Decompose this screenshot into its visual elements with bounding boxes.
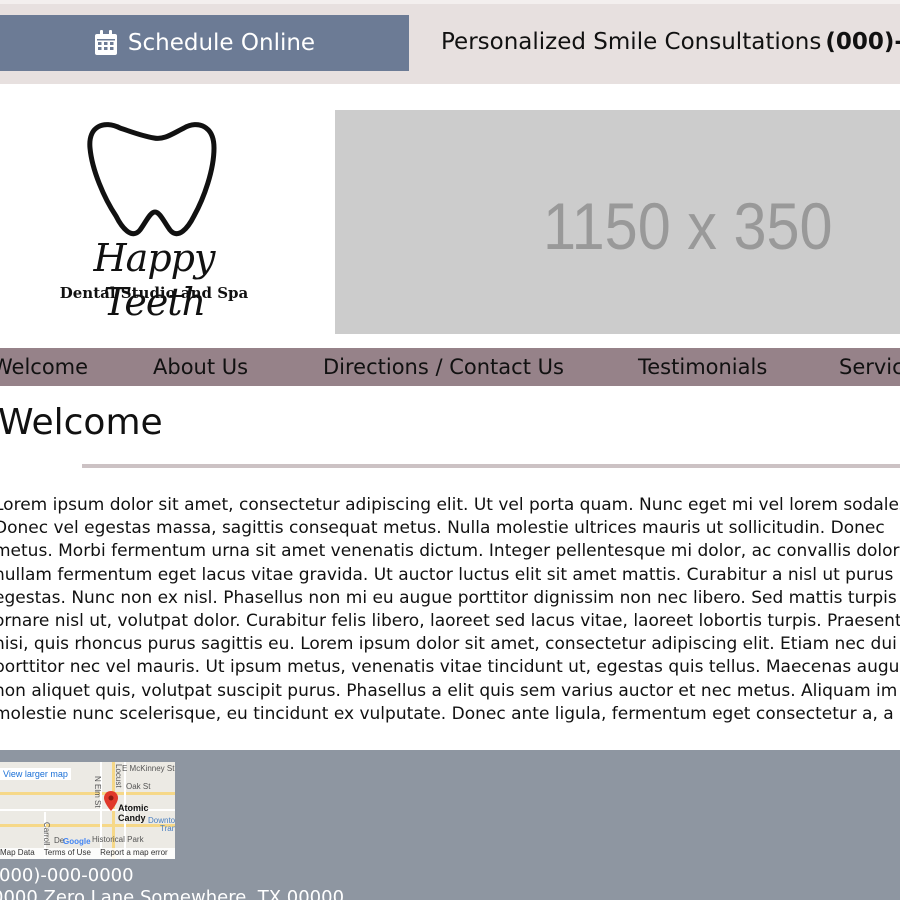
schedule-online-label: Schedule Online xyxy=(127,30,316,56)
paragraph-line: metus. Morbi fermentum urna sit amet ven… xyxy=(0,541,900,562)
google-logo: Google xyxy=(63,837,91,846)
map-label-carroll: Carroll xyxy=(42,822,51,846)
paragraph-line: molestie nunc scelerisque, eu tincidunt … xyxy=(0,703,894,724)
calendar-icon xyxy=(94,30,117,55)
map-label-elm: N Elm St xyxy=(93,776,102,808)
paragraph-line: non aliquet quis, volutpat suscipit puru… xyxy=(0,680,898,701)
map-terms-link[interactable]: Terms of Use xyxy=(44,848,91,857)
embedded-map[interactable]: E McKinney St Oak St N Elm St Locust Car… xyxy=(0,762,175,859)
map-pin-icon xyxy=(104,791,118,811)
map-label-mckinney: E McKinney St xyxy=(122,764,175,773)
map-report-link[interactable]: Report a map error xyxy=(100,848,168,857)
map-label-oak: Oak St xyxy=(126,782,151,791)
nav-item-about-us[interactable]: About Us xyxy=(153,355,248,379)
nav-item-services[interactable]: Servic xyxy=(839,355,900,379)
site-logo[interactable]: Happy Teeth Dental Studio and Spa xyxy=(46,118,262,324)
footer-phone[interactable]: (000)-000-0000 xyxy=(0,865,134,886)
view-larger-map-link[interactable]: View larger map xyxy=(0,768,71,780)
paragraph-line: ornare nisl ut, volutpat dolor. Curabitu… xyxy=(0,611,900,632)
schedule-online-button[interactable]: Schedule Online xyxy=(0,15,409,71)
welcome-paragraph: Lorem ipsum dolor sit amet, consectetur … xyxy=(0,494,900,726)
nav-item-welcome[interactable]: Welcome xyxy=(0,355,88,379)
map-label-locust: Locust xyxy=(114,764,123,788)
map-label-historical: Historical Park xyxy=(92,835,144,844)
title-divider xyxy=(82,464,900,468)
map-road xyxy=(0,792,175,795)
nav-item-testimonials[interactable]: Testimonials xyxy=(638,355,767,379)
banner-placeholder: 1150 x 350 xyxy=(335,110,900,334)
nav-item-directions-contact[interactable]: Directions / Contact Us xyxy=(323,355,564,379)
top-strip xyxy=(0,0,900,4)
banner-size-text: 1150 x 350 xyxy=(543,189,833,263)
top-bar: Schedule Online Personalized Smile Consu… xyxy=(0,0,900,84)
logo-name: Happy Teeth xyxy=(93,236,216,324)
header-phone[interactable]: (000)- xyxy=(825,29,900,55)
site-footer: E McKinney St Oak St N Elm St Locust Car… xyxy=(0,750,900,900)
header-tagline: Personalized Smile Consultations (000)- xyxy=(441,29,900,55)
paragraph-line: nisi, quis rhoncus purus sagittis eu. Lo… xyxy=(0,634,897,655)
map-data-link[interactable]: Map Data xyxy=(0,848,35,857)
paragraph-line: egestas. Nunc non ex nisl. Phasellus non… xyxy=(0,587,897,608)
logo-subtitle: Dental Studio and Spa xyxy=(59,284,249,302)
paragraph-line: porttitor nec vel mauris. Ut ipsum metus… xyxy=(0,657,900,678)
map-place-label: Atomic Candy xyxy=(118,803,149,823)
page-title: Welcome xyxy=(0,402,163,443)
tagline-text: Personalized Smile Consultations xyxy=(441,29,822,55)
tooth-icon xyxy=(87,122,217,237)
paragraph-line: Lorem ipsum dolor sit amet, consectetur … xyxy=(0,495,900,515)
paragraph-line: Donec vel egestas massa, sagittis conseq… xyxy=(0,518,885,539)
map-attribution: Map Data Terms of Use Report a map error xyxy=(0,848,175,859)
footer-address: 0000 Zero Lane Somewhere, TX 00000 xyxy=(0,887,345,900)
map-label-trans: Trans xyxy=(160,824,175,833)
paragraph-line: nullam fermentum eget lacus vitae gravid… xyxy=(0,564,894,585)
main-nav: Welcome About Us Directions / Contact Us… xyxy=(0,348,900,386)
